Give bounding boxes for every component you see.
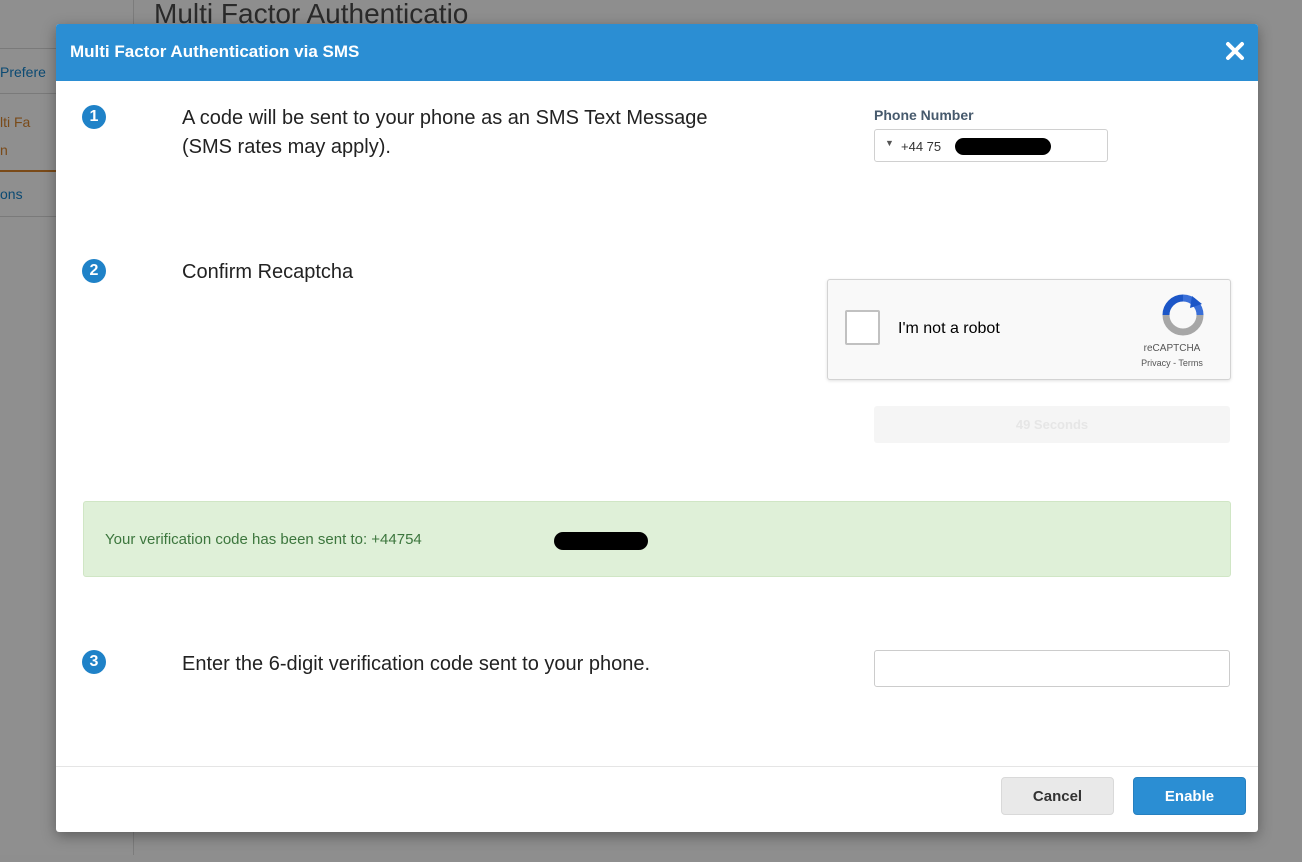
resend-timer-button: 49 Seconds — [874, 406, 1230, 443]
step-2-text: Confirm Recaptcha — [182, 261, 354, 283]
step-3-badge: 3 — [82, 650, 106, 674]
enable-button[interactable]: Enable — [1133, 777, 1246, 815]
mfa-modal: Multi Factor Authentication via SMS 1 A … — [56, 24, 1258, 832]
cancel-button[interactable]: Cancel — [1001, 777, 1114, 815]
footer-divider — [56, 766, 1258, 767]
modal-title: Multi Factor Authentication via SMS — [70, 42, 360, 61]
recaptcha-links[interactable]: Privacy - Terms — [1128, 358, 1216, 368]
success-alert: Your verification code has been sent to:… — [83, 501, 1231, 577]
recaptcha-brand: reCAPTCHA — [1143, 343, 1201, 354]
recaptcha-logo-icon — [1162, 294, 1204, 336]
step-2-badge: 2 — [82, 259, 106, 283]
step-1-text-line2: (SMS rates may apply). — [182, 136, 391, 158]
phone-number-value: +44 75 — [901, 139, 942, 154]
country-dropdown-icon[interactable]: ▼ — [885, 138, 894, 148]
redaction-mark — [955, 138, 1051, 155]
modal-header: Multi Factor Authentication via SMS — [56, 24, 1258, 81]
phone-number-field[interactable]: ▼ +44 75 — [874, 129, 1108, 162]
phone-number-label: Phone Number — [874, 107, 974, 123]
step-1-badge: 1 — [82, 105, 106, 129]
recaptcha-widget: I'm not a robot reCAPTCHA Privacy - Term… — [827, 279, 1231, 380]
step-1-text: A code will be sent to your phone as an … — [182, 104, 708, 162]
recaptcha-label: I'm not a robot — [898, 320, 1000, 337]
step-1-text-line1: A code will be sent to your phone as an … — [182, 107, 708, 129]
close-icon[interactable] — [1222, 38, 1248, 64]
verification-code-input[interactable] — [874, 650, 1230, 687]
recaptcha-checkbox[interactable] — [845, 310, 880, 345]
step-3-text: Enter the 6-digit verification code sent… — [182, 653, 651, 675]
redaction-mark — [554, 532, 648, 550]
success-alert-message: Your verification code has been sent to:… — [105, 531, 422, 548]
